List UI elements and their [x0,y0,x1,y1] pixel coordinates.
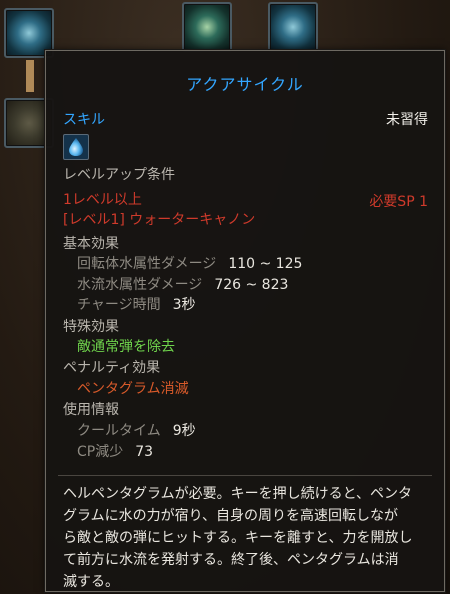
water-drop-icon [63,134,89,160]
basic-effect-item: 水流水属性ダメージ 726 ~ 823 [63,276,288,294]
levelup-header: レベルアップ条件 [63,167,175,183]
required-sp: 必要SP 1 [369,194,428,210]
skill-name: アクアサイクル [186,75,304,94]
skill-tooltip: アクアサイクル スキル 未習得 レベルアップ条件 1レベル以上 必要SP 1 [… [45,50,445,592]
required-skill: [レベル1] ウォーターキャノン [63,212,256,228]
effect-value: 3秒 [172,297,196,313]
usage-value: 9秒 [172,423,196,439]
usage-label: CP減少 [77,444,124,460]
description-line: 滅する。 [63,574,119,590]
skill-tree-node-icon[interactable] [268,2,318,52]
skill-type-label: スキル [63,112,105,128]
special-effect-text: 敵通常弾を除去 [77,339,175,355]
usage-info-header: 使用情報 [63,402,119,418]
description-line: グラムに水の力が宿り、自身の周りを高速回転しなが [63,508,399,524]
effect-label: 水流水属性ダメージ [77,277,203,293]
usage-info-item: クールタイム 9秒 [63,422,196,440]
basic-effect-header: 基本効果 [63,236,119,252]
acquired-status: 未習得 [386,112,428,128]
skill-description: ヘルペンタグラムが必要。キーを押し続けると、ペンタ グラムに水の力が宿り、自身の… [63,483,430,593]
penalty-effect-text: ペンタグラム消滅 [77,381,189,397]
required-level: 1レベル以上 [63,192,142,208]
basic-effect-item: チャージ時間 3秒 [63,296,196,314]
skill-tree-node-icon[interactable] [182,2,232,52]
effect-value: 726 ~ 823 [214,277,289,293]
divider [58,475,432,476]
effect-label: チャージ時間 [77,297,161,313]
usage-info-item: CP減少 73 [63,443,153,461]
effect-label: 回転体水属性ダメージ [77,256,217,272]
penalty-effect-header: ペナルティ効果 [63,360,161,376]
description-line: ら敵と敵の弾にヒットする。キーを離すと、力を開放し [63,530,413,546]
description-line: ヘルペンタグラムが必要。キーを押し続けると、ペンタ [63,486,413,502]
skill-tree-link [26,60,34,92]
special-effect-header: 特殊効果 [63,319,119,335]
usage-label: クールタイム [77,423,161,439]
basic-effect-item: 回転体水属性ダメージ 110 ~ 125 [63,255,302,273]
description-line: て前方に水流を発射する。終了後、ペンタグラムは消 [63,552,399,568]
effect-value: 110 ~ 125 [228,256,303,272]
usage-value: 73 [135,444,154,460]
